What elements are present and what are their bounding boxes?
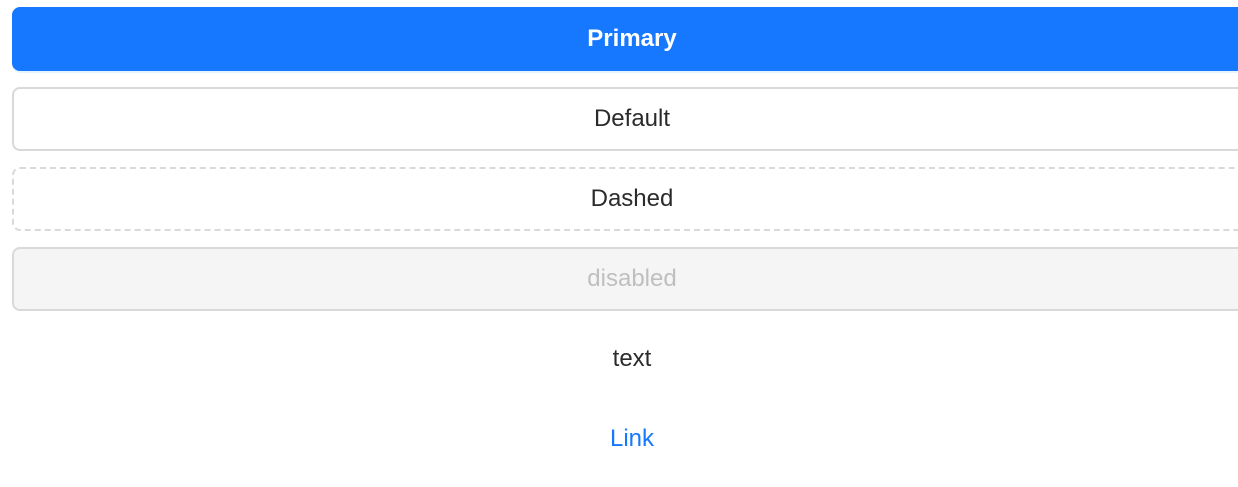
link-button-label: Link	[609, 425, 655, 452]
default-button-label: Default	[593, 105, 671, 132]
default-button[interactable]: Default	[12, 87, 1238, 151]
link-button[interactable]: Link	[12, 407, 1238, 471]
primary-button[interactable]: Primary	[12, 7, 1238, 71]
dashed-button[interactable]: Dashed	[12, 167, 1238, 231]
text-button-label: text	[612, 345, 652, 372]
disabled-button: disabled	[12, 247, 1238, 311]
text-button[interactable]: text	[12, 327, 1238, 391]
primary-button-label: Primary	[587, 25, 677, 52]
disabled-button-label: disabled	[587, 265, 677, 292]
dashed-button-label: Dashed	[590, 185, 674, 212]
button-stack: Primary Default Dashed disabled text Lin…	[12, 7, 1238, 487]
